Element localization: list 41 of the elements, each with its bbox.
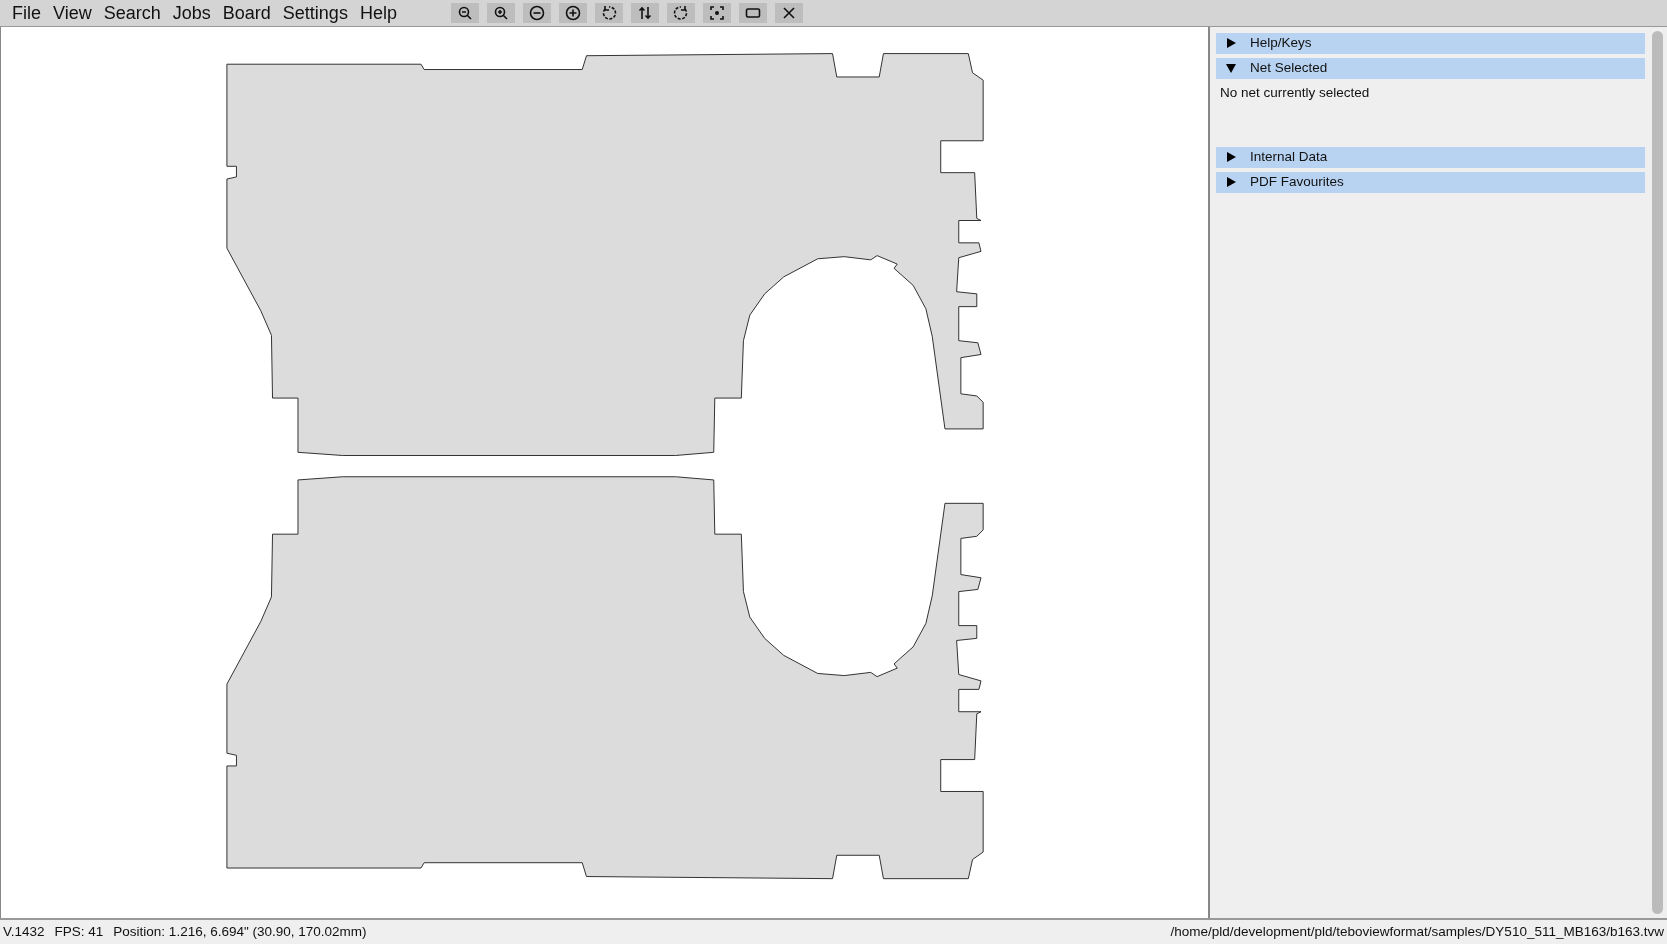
panel-header[interactable]: Help/Keys (1216, 33, 1645, 54)
toolbar-button[interactable] (486, 3, 515, 23)
collapsed-triangle-icon (1226, 177, 1236, 188)
toolbar-button[interactable] (450, 3, 479, 23)
menu-item[interactable]: Search (97, 0, 167, 26)
plus-circle-icon (564, 5, 581, 21)
cursor-position: Position: 1.216, 6.694" (30.90, 170.02mm) (113, 922, 367, 941)
toolbar-button[interactable] (594, 3, 623, 23)
panel-header[interactable]: Internal Data (1216, 147, 1645, 168)
toolbar-button[interactable] (774, 3, 803, 23)
rectangle-icon (744, 5, 761, 21)
flip-arrows-icon (636, 5, 653, 21)
scrollbar[interactable] (1652, 31, 1663, 914)
toolbar-button[interactable] (702, 3, 731, 23)
panel-header[interactable]: PDF Favourites (1216, 172, 1645, 193)
rotate-left-icon (600, 5, 617, 21)
menu-item[interactable]: View (47, 0, 98, 26)
close-icon (780, 5, 797, 21)
toolbar-button[interactable] (522, 3, 551, 23)
minus-circle-icon (528, 5, 545, 21)
menu-item[interactable]: File (6, 0, 47, 26)
rotate-right-icon (672, 5, 689, 21)
collapsed-triangle-icon (1226, 38, 1236, 49)
fps-label: FPS: 41 (54, 922, 104, 941)
toolbar-button[interactable] (630, 3, 659, 23)
panel-text: No net currently selected (1220, 84, 1371, 102)
zoom-in-icon (492, 5, 509, 21)
menu-item[interactable]: Jobs (166, 0, 217, 26)
focus-frame-icon (708, 5, 725, 21)
toolbar-button[interactable] (738, 3, 767, 23)
panel-header[interactable]: Net Selected (1216, 58, 1645, 79)
menu-item[interactable]: Board (216, 0, 277, 26)
file-path: /home/pld/development/pld/teboviewformat/samples/DY510_511_MB163/b163.tvw (1170, 922, 1664, 941)
collapsed-triangle-icon (1226, 152, 1236, 163)
toolbar-button[interactable] (558, 3, 587, 23)
toolbar-button[interactable] (666, 3, 695, 23)
menu-item[interactable]: Help (353, 0, 403, 26)
zoom-out-icon (456, 5, 473, 21)
menu-item[interactable]: Settings (276, 0, 354, 26)
version-label: V.1432 (3, 922, 45, 941)
expanded-triangle-icon (1226, 63, 1236, 74)
